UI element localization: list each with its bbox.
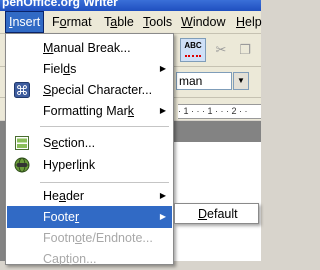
submenu-arrow-icon: ▶ [159,106,166,115]
svg-text:⌘: ⌘ [16,84,29,98]
menu-item-footnote-endnote: Footnote/Endnote... [43,231,153,245]
menu-table[interactable]: Table [100,11,138,33]
cut-icon[interactable]: ✂ [214,43,228,57]
special-character-icon: ⌘ [14,82,30,98]
menu-window[interactable]: Window [177,11,229,33]
menu-item-caption: Caption... [43,252,97,266]
font-dropdown-button[interactable]: ▼ [233,72,249,90]
copy-icon[interactable]: ❐ [238,43,252,57]
menu-item-hyperlink[interactable]: Hyperlink [7,154,172,176]
ruler-scale: · 1 · · · 1 · · · 2 · · [178,104,261,119]
menu-tools[interactable]: Tools [139,11,176,33]
section-icon [15,136,29,150]
menu-item-footer[interactable]: Footer ▶ [7,206,172,228]
menu-separator [40,126,169,127]
submenu-arrow-icon: ▶ [159,64,166,73]
menu-insert[interactable]: Insert [5,11,45,33]
window-title: penOffice.org Writer [2,0,118,9]
menu-item-fields[interactable]: Fields ▶ [7,58,172,80]
footer-submenu: Default [174,203,259,224]
document-page[interactable] [172,142,261,261]
hyperlink-globe-icon [14,157,30,173]
menu-item-manual-break[interactable]: Manual Break... [7,37,172,59]
menu-bar: Insert Format Table Tools Window Help [0,11,262,34]
chevron-down-icon: ▼ [237,76,245,85]
spellcheck-wave-icon [185,53,201,57]
menu-help[interactable]: Help [232,11,266,33]
menu-separator [40,182,169,183]
menu-item-special-character[interactable]: ⌘ Special Character... [7,79,172,101]
insert-menu: Manual Break... Fields ▶ ⌘ Special Chara… [5,33,174,266]
font-name-field[interactable]: man [176,72,232,90]
submenu-arrow-icon: ▶ [159,212,166,221]
title-bar: penOffice.org Writer [0,0,261,11]
submenu-arrow-icon: ▶ [159,191,166,200]
autospellcheck-button[interactable]: ABC [180,38,206,62]
spellcheck-icon: ABC [184,41,202,50]
menu-item-header[interactable]: Header ▶ [7,185,172,207]
menu-format[interactable]: Format [48,11,96,33]
menu-item-section[interactable]: Section... [7,132,172,154]
submenu-item-default[interactable]: Default [176,205,257,223]
menu-item-formatting-mark[interactable]: Formatting Mark ▶ [7,100,172,122]
